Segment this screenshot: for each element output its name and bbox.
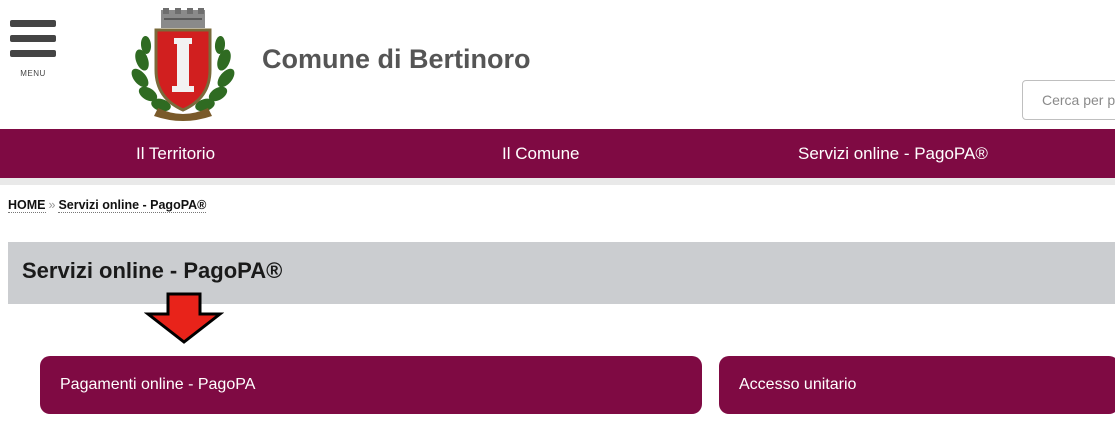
breadcrumb-separator: »: [48, 198, 56, 212]
nav-item-servizi-online[interactable]: Servizi online - PagoPA®: [798, 129, 988, 178]
breadcrumb-home[interactable]: HOME: [8, 198, 46, 213]
mural-crown: [161, 8, 205, 28]
nav-item-territorio[interactable]: Il Territorio: [136, 129, 215, 178]
menu-label: MENU: [20, 69, 46, 78]
coat-of-arms-logo[interactable]: [128, 8, 238, 122]
nav-divider: [0, 178, 1115, 185]
page-title: Servizi online - PagoPA®: [22, 258, 283, 283]
hamburger-icon-bar: [10, 35, 56, 42]
card-accesso-unitario[interactable]: Accesso unitario: [719, 356, 1115, 414]
site-title[interactable]: Comune di Bertinoro: [262, 44, 531, 75]
menu-button[interactable]: MENU: [8, 16, 58, 86]
breadcrumb: HOME» Servizi online - PagoPA®: [8, 198, 207, 213]
hamburger-icon: [10, 20, 56, 27]
search-input[interactable]: [1023, 81, 1115, 119]
card-pagamenti-online[interactable]: Pagamenti online - PagoPA: [40, 356, 702, 414]
hamburger-icon-bar: [10, 50, 56, 57]
breadcrumb-current[interactable]: Servizi online - PagoPA®: [58, 198, 207, 213]
main-navigation: Il Territorio Il Comune Servizi online -…: [0, 129, 1115, 178]
search-box[interactable]: [1022, 80, 1115, 120]
down-arrow-icon: [144, 292, 224, 344]
nav-item-comune[interactable]: Il Comune: [502, 129, 579, 178]
